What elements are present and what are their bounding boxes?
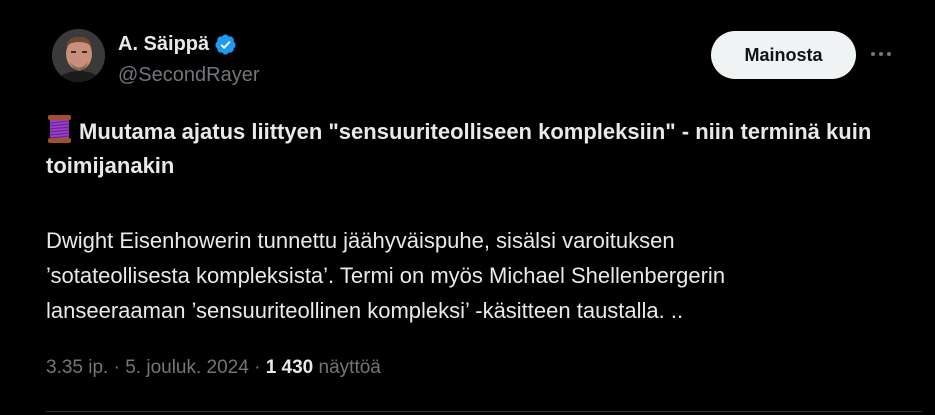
- more-horizontal-icon: [871, 52, 891, 56]
- post-title-text: Muutama ajatus liittyen "sensuuriteollis…: [46, 119, 872, 178]
- views-count[interactable]: 1 430: [266, 357, 314, 378]
- divider: [46, 411, 922, 412]
- post-title: Muutama ajatus liittyen "sensuuriteollis…: [46, 114, 886, 183]
- post-body-line: ’sotateollisesta kompleksista’. Termi on…: [46, 263, 726, 288]
- thread-spool-emoji-icon: [48, 115, 71, 143]
- verified-badge-icon[interactable]: [214, 33, 237, 56]
- views-label[interactable]: näyttöä: [313, 357, 381, 378]
- post-body-line: lanseeraaman ’sensuuriteollinen kompleks…: [46, 298, 684, 323]
- promote-button[interactable]: Mainosta: [711, 31, 856, 79]
- author-name[interactable]: A. Säippä: [118, 33, 237, 56]
- profile-photo-icon: [52, 29, 105, 82]
- more-options-button[interactable]: [867, 40, 895, 68]
- post-date[interactable]: 5. jouluk. 2024: [125, 357, 249, 378]
- post-meta: 3.35 ip. · 5. jouluk. 2024 · 1 430 näytt…: [46, 357, 381, 379]
- author-handle[interactable]: @SecondRayer: [118, 64, 259, 87]
- meta-separator: ·: [248, 357, 266, 378]
- post-time[interactable]: 3.35 ip.: [46, 357, 108, 378]
- avatar[interactable]: [52, 29, 105, 82]
- author-display-name[interactable]: A. Säippä: [118, 33, 209, 56]
- post-body-line: Dwight Eisenhowerin tunnettu jäähyväispu…: [46, 228, 675, 253]
- meta-separator: ·: [108, 357, 126, 378]
- post-body: Dwight Eisenhowerin tunnettu jäähyväispu…: [46, 223, 906, 328]
- tweet-card: A. Säippä @SecondRayer Mainosta Muutama …: [0, 0, 935, 415]
